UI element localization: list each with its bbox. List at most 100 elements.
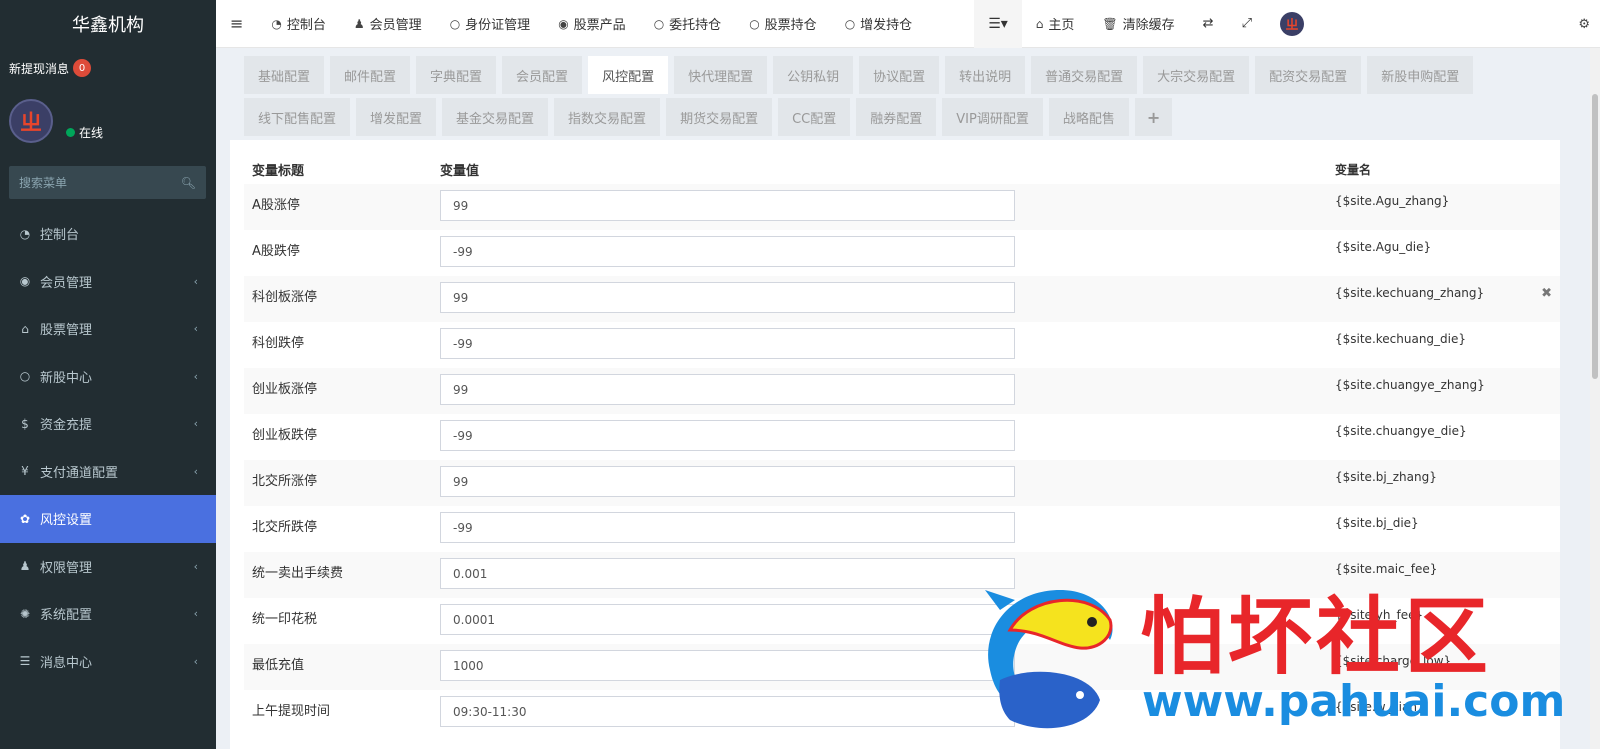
sidebar-item-3[interactable]: ⌂ 股票管理 ‹ [0,305,216,353]
home-label: 主页 [1048,18,1075,33]
search-icon[interactable]: 🔍︎ [181,176,196,190]
delete-row-icon[interactable]: ✖ [1541,286,1552,301]
sidebar: 华鑫机构 新提现消息 0 ㄓ 在线 🔍︎ ◔ 控制台 ◉ 会员管理 ‹ ⌂ 股票管理 ‹ ○ 新股… [0,0,216,749]
tab-config-2[interactable]: 邮件配置 [330,56,411,94]
online-dot-icon [66,128,75,137]
user-panel: ㄓ 在线 [0,88,216,154]
variable-title: 上午提现时间 [252,704,331,719]
tab-config-3[interactable]: 字典配置 [416,56,497,94]
tab-config-21[interactable]: VIP调研配置 [942,98,1043,136]
clear-cache-button[interactable]: 🗑︎ 清除缓存 [1088,0,1188,48]
tab-config-22[interactable]: 战略配售 [1048,98,1129,136]
list-icon: ☰ [19,654,31,669]
home-icon: ⌂ [1035,16,1044,31]
add-tab-plus-icon[interactable]: + [1134,98,1173,136]
tab-config-9[interactable]: 转出说明 [945,56,1026,94]
sidebar-item-9[interactable]: ✺ 系统配置 ‹ [0,590,216,638]
tab-config-16[interactable]: 基金交易配置 [442,98,549,136]
sidebar-item-label: 消息中心 [40,655,93,671]
sidebar-item-1[interactable]: ◔ 控制台 [0,210,216,258]
variable-value-input[interactable] [440,650,1015,681]
circle-icon: ○ [749,16,760,31]
tab-config-20[interactable]: 融券配置 [856,98,937,136]
home-link[interactable]: ⌂ 主页 [1022,0,1089,48]
settings-gear-icon[interactable]: ⚙︎ [1578,0,1590,48]
chevron-left-icon: ‹ [193,322,198,336]
top-nav-link-7[interactable]: ○ 增发持仓 [831,0,927,48]
variable-value-input[interactable] [440,696,1015,727]
top-nav-link-5[interactable]: ○ 委托持仓 [640,0,736,48]
tab-config-8[interactable]: 协议配置 [859,56,940,94]
variable-value-input[interactable] [440,328,1015,359]
variable-name: {$site.Agu_zhang} [1335,194,1450,208]
tab-config-11[interactable]: 大宗交易配置 [1143,56,1250,94]
tab-config-15[interactable]: 增发配置 [356,98,437,136]
withdraw-notice[interactable]: 新提现消息 0 [0,48,216,88]
chevron-left-icon: ‹ [193,274,198,288]
withdraw-notice-label: 新提现消息 [9,61,70,76]
tab-config-7[interactable]: 公钥私钥 [773,56,854,94]
top-nav-link-2[interactable]: ♟ 会员管理 [340,0,436,48]
top-nav-label: 身份证管理 [465,18,531,33]
tab-config-5[interactable]: 风控配置 [588,56,669,94]
tab-config-6[interactable]: 快代理配置 [674,56,768,94]
top-nav-link-4[interactable]: ◉ 股票产品 [544,0,640,48]
top-navbar: ≡ ◔ 控制台 ♟ 会员管理 ○ 身份证管理 ◉ 股票产品 ○ 委托持仓 ○ 股票持仓 ○ 增发持仓 ☰▾… [216,0,1600,48]
tab-config-1[interactable]: 基础配置 [244,56,325,94]
top-nav-label: 控制台 [286,18,326,33]
tab-config-10[interactable]: 普通交易配置 [1031,56,1138,94]
tab-config-14[interactable]: 线下配售配置 [244,98,351,136]
sidebar-item-2[interactable]: ◉ 会员管理 ‹ [0,258,216,306]
sidebar-item-5[interactable]: $ 资金充提 ‹ [0,400,216,448]
tab-config-18[interactable]: 期货交易配置 [666,98,773,136]
page-scrollbar[interactable] [1590,48,1600,749]
variable-value-input[interactable] [440,604,1015,635]
header-name: 变量名 [1335,162,1372,177]
sidebar-menu: ◔ 控制台 ◉ 会员管理 ‹ ⌂ 股票管理 ‹ ○ 新股中心 ‹ $ 资金充提 ‹ ¥ 支付通道配置 ‹ ✿ 风控设… [0,210,216,685]
variable-value-input[interactable] [440,282,1015,313]
fullscreen-button[interactable]: ⤢ [1228,0,1266,48]
variable-value-input[interactable] [440,466,1015,497]
table-row: A股涨停 {$site.Agu_zhang} [244,184,1560,230]
tab-config-4[interactable]: 会员配置 [502,56,583,94]
chevron-left-icon: ‹ [193,464,198,478]
bank-icon: ⌂ [21,321,29,336]
tab-config-17[interactable]: 指数交易配置 [554,98,661,136]
table-row: 统一卖出手续费 {$site.maic_fee} [244,552,1560,598]
tab-config-13[interactable]: 新股申购配置 [1367,56,1474,94]
variable-value-input[interactable] [440,558,1015,589]
user-icon: ♟ [353,16,365,31]
header-value: 变量值 [440,163,480,179]
sidebar-item-7[interactable]: ✿ 风控设置 [0,495,216,543]
variable-value-input[interactable] [440,236,1015,267]
variable-name: {$site.charge_low} [1335,654,1452,668]
list-dropdown-button[interactable]: ☰▾ [974,0,1022,48]
avatar: ㄓ [9,99,53,143]
variable-name: {$site.bj_die} [1335,516,1419,530]
sidebar-item-8[interactable]: ♟ 权限管理 ‹ [0,543,216,591]
brand-title[interactable]: 华鑫机构 [0,0,216,48]
avatar: ㄓ [1279,11,1304,36]
sidebar-item-4[interactable]: ○ 新股中心 ‹ [0,353,216,401]
top-nav-link-1[interactable]: ◔ 控制台 [257,0,340,48]
variable-value-input[interactable] [440,374,1015,405]
tab-config-19[interactable]: CC配置 [778,98,851,136]
top-nav-link-3[interactable]: ○ 身份证管理 [436,0,545,48]
user-menu[interactable]: ㄓ [1266,0,1318,48]
top-nav-link-6[interactable]: ○ 股票持仓 [735,0,831,48]
sidebar-toggle-button[interactable]: ≡ [216,0,257,48]
tab-config-12[interactable]: 配资交易配置 [1255,56,1362,94]
variable-value-input[interactable] [440,512,1015,543]
variable-title: 统一印花税 [252,612,318,627]
scrollbar-thumb[interactable] [1592,94,1598,379]
online-status: 在线 [66,124,103,141]
variable-value-input[interactable] [440,420,1015,451]
top-nav-label: 委托持仓 [669,18,722,33]
sidebar-item-label: 新股中心 [40,370,93,386]
main-content: 基础配置 邮件配置 字典配置 会员配置 风控配置 快代理配置 公钥私钥 协议配置 转出说明 普通交… [230,48,1560,749]
language-button[interactable]: ⇄ [1189,0,1228,48]
variable-value-input[interactable] [440,190,1015,221]
sidebar-item-6[interactable]: ¥ 支付通道配置 ‹ [0,448,216,496]
sidebar-item-10[interactable]: ☰ 消息中心 ‹ [0,638,216,686]
sidebar-search-input[interactable] [19,175,169,190]
